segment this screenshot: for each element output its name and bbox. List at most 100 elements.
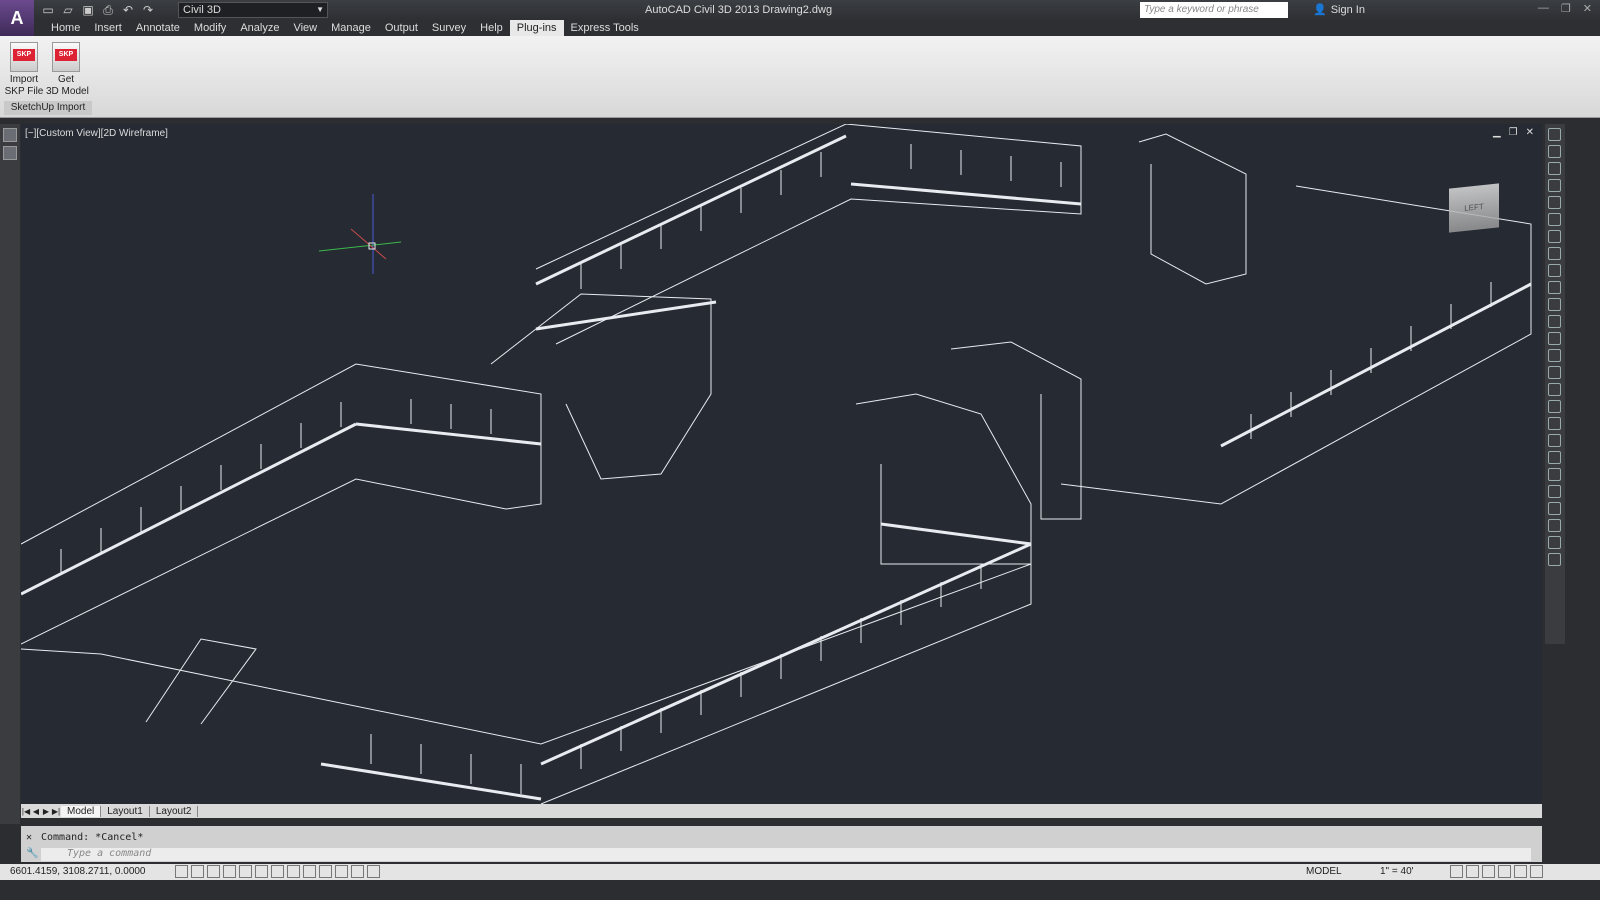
transparency-toggle-icon[interactable] <box>335 865 348 878</box>
tab-manage[interactable]: Manage <box>324 20 378 36</box>
get-3d-model-button[interactable]: Get 3D Model <box>46 39 89 98</box>
viewport-minimize-icon[interactable]: ▁ <box>1493 127 1501 138</box>
command-input[interactable]: Type a command <box>41 848 1531 861</box>
application-menu-button[interactable]: A <box>0 0 34 36</box>
import-skp-button[interactable]: Import SKP File <box>4 39 44 98</box>
tab-survey[interactable]: Survey <box>425 20 473 36</box>
tab-modify[interactable]: Modify <box>187 20 233 36</box>
next-tab-icon[interactable]: ▶ <box>41 807 51 816</box>
close-icon[interactable]: ✕ <box>1583 2 1592 15</box>
tab-express-tools[interactable]: Express Tools <box>564 20 646 36</box>
tool-palette-icon[interactable] <box>3 128 17 142</box>
osnap-toggle-icon[interactable] <box>239 865 252 878</box>
sign-in-button[interactable]: 👤 Sign In <box>1313 3 1365 17</box>
right-tool-icon[interactable] <box>1548 349 1561 362</box>
undo-icon[interactable]: ↶ <box>120 2 136 18</box>
tab-home[interactable]: Home <box>44 20 87 36</box>
clean-screen-icon[interactable] <box>1530 865 1543 878</box>
annotation-scale[interactable]: 1" = 40' <box>1380 866 1414 877</box>
right-tool-icon[interactable] <box>1548 264 1561 277</box>
selection-cycling-toggle-icon[interactable] <box>367 865 380 878</box>
restore-icon[interactable]: ❐ <box>1561 2 1571 15</box>
window-title: AutoCAD Civil 3D 2013 Drawing2.dwg <box>645 4 833 16</box>
annotation-visibility-icon[interactable] <box>1450 865 1463 878</box>
viewport-maximize-icon[interactable]: ❐ <box>1509 127 1518 138</box>
snap-toggle-icon[interactable] <box>175 865 188 878</box>
3d-osnap-toggle-icon[interactable] <box>255 865 268 878</box>
right-tool-icon[interactable] <box>1548 145 1561 158</box>
tab-model[interactable]: Model <box>61 805 102 817</box>
viewport-controls-label[interactable]: [−][Custom View][2D Wireframe] <box>25 128 168 139</box>
right-tool-icon[interactable] <box>1548 485 1561 498</box>
close-command-line-icon[interactable]: ✕ <box>26 832 32 843</box>
right-tool-icon[interactable] <box>1548 400 1561 413</box>
tab-layout1[interactable]: Layout1 <box>101 805 150 817</box>
polar-toggle-icon[interactable] <box>223 865 236 878</box>
right-tool-icon[interactable] <box>1548 536 1561 549</box>
right-tool-icon[interactable] <box>1548 383 1561 396</box>
center-block-2 <box>855 393 1032 565</box>
drafting-toggles <box>175 865 380 878</box>
minimize-icon[interactable]: — <box>1538 2 1549 15</box>
dyn-toggle-icon[interactable] <box>303 865 316 878</box>
right-tool-icon[interactable] <box>1548 468 1561 481</box>
new-icon[interactable]: ▭ <box>40 2 56 18</box>
otrack-toggle-icon[interactable] <box>271 865 284 878</box>
tab-output[interactable]: Output <box>378 20 425 36</box>
center-block-1-rail <box>535 300 717 331</box>
center-block-2-rail <box>880 522 1032 546</box>
wrench-icon[interactable]: 🔧 <box>26 848 38 859</box>
right-tool-icon[interactable] <box>1548 553 1561 566</box>
model-space-button[interactable]: MODEL <box>1306 866 1342 877</box>
right-tool-icon[interactable] <box>1548 213 1561 226</box>
right-tool-icon[interactable] <box>1548 298 1561 311</box>
isolate-objects-icon[interactable] <box>1514 865 1527 878</box>
tab-layout2[interactable]: Layout2 <box>150 805 199 817</box>
workspace-switch-icon[interactable] <box>1466 865 1479 878</box>
right-tool-icon[interactable] <box>1548 230 1561 243</box>
search-input[interactable]: Type a keyword or phrase <box>1140 2 1288 18</box>
viewcube[interactable]: LEFT <box>1449 183 1499 233</box>
lineweight-toggle-icon[interactable] <box>319 865 332 878</box>
open-icon[interactable]: ▱ <box>60 2 76 18</box>
last-tab-icon[interactable]: ▶| <box>51 807 61 816</box>
toolspace-icon[interactable] <box>3 146 17 160</box>
tab-insert[interactable]: Insert <box>87 20 129 36</box>
right-tool-icon[interactable] <box>1548 332 1561 345</box>
prev-tab-icon[interactable]: ◀ <box>31 807 41 816</box>
ducs-toggle-icon[interactable] <box>287 865 300 878</box>
lock-icon[interactable] <box>1482 865 1495 878</box>
tab-analyze[interactable]: Analyze <box>233 20 286 36</box>
viewport-close-icon[interactable]: ✕ <box>1526 127 1534 138</box>
right-tool-icon[interactable] <box>1548 179 1561 192</box>
redo-icon[interactable]: ↷ <box>140 2 156 18</box>
right-tool-icon[interactable] <box>1548 434 1561 447</box>
tab-annotate[interactable]: Annotate <box>129 20 187 36</box>
right-tool-icon[interactable] <box>1548 162 1561 175</box>
grid-toggle-icon[interactable] <box>191 865 204 878</box>
hardware-acceleration-icon[interactable] <box>1498 865 1511 878</box>
right-tool-icon[interactable] <box>1548 128 1561 141</box>
ortho-toggle-icon[interactable] <box>207 865 220 878</box>
first-tab-icon[interactable]: |◀ <box>21 807 31 816</box>
title-bar: ▭ ▱ ▣ ⎙ ↶ ↷ Civil 3D ▼ AutoCAD Civil 3D 2… <box>0 0 1600 20</box>
viewport-window-controls: ▁ ❐ ✕ <box>1493 127 1534 138</box>
right-tool-icon[interactable] <box>1548 519 1561 532</box>
right-tool-icon[interactable] <box>1548 502 1561 515</box>
tab-help[interactable]: Help <box>473 20 510 36</box>
save-icon[interactable]: ▣ <box>80 2 96 18</box>
right-tool-icon[interactable] <box>1548 417 1561 430</box>
right-tool-icon[interactable] <box>1548 281 1561 294</box>
right-tool-icon[interactable] <box>1548 315 1561 328</box>
drawing-viewport[interactable]: [−][Custom View][2D Wireframe] ▁ ❐ ✕ LEF… <box>21 124 1542 804</box>
quick-properties-toggle-icon[interactable] <box>351 865 364 878</box>
print-icon[interactable]: ⎙ <box>100 2 116 18</box>
skp-import-icon <box>10 42 38 72</box>
tab-plug-ins[interactable]: Plug-ins <box>509 20 564 36</box>
workspace-dropdown[interactable]: Civil 3D ▼ <box>178 2 328 18</box>
right-tool-icon[interactable] <box>1548 366 1561 379</box>
right-tool-icon[interactable] <box>1548 196 1561 209</box>
tab-view[interactable]: View <box>286 20 324 36</box>
right-tool-icon[interactable] <box>1548 247 1561 260</box>
right-tool-icon[interactable] <box>1548 451 1561 464</box>
